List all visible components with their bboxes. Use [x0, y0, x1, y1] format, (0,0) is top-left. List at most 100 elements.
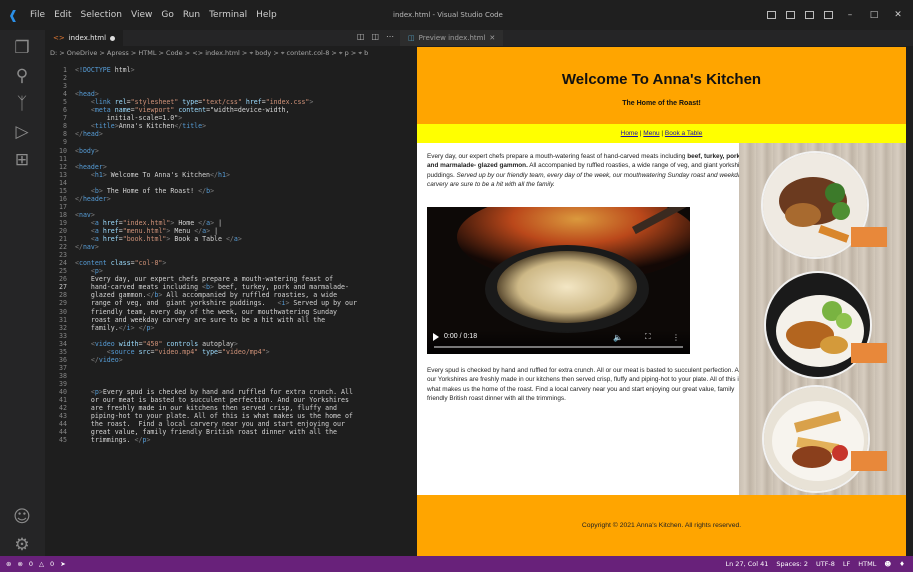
- live-share-icon[interactable]: ➤: [60, 556, 65, 572]
- notifications-icon[interactable]: ♦: [899, 556, 905, 572]
- code-line[interactable]: <b> The Home of the Roast! </b>: [75, 187, 214, 195]
- menu-item-go[interactable]: Go: [161, 10, 173, 20]
- line-number: 1: [63, 66, 67, 74]
- error-count[interactable]: 0: [29, 556, 33, 572]
- menu-item-view[interactable]: View: [131, 10, 152, 20]
- line-number: 30: [59, 307, 67, 316]
- code-line[interactable]: </nav>: [75, 243, 99, 251]
- toggle-primary-sidebar-icon[interactable]: [767, 11, 776, 19]
- code-line[interactable]: <p>Every spud is checked by hand and ruf…: [75, 388, 353, 396]
- feedback-icon[interactable]: ☻: [884, 556, 891, 572]
- maximize-button[interactable]: □: [867, 10, 881, 20]
- code-line[interactable]: <p>: [75, 267, 103, 275]
- preview-pane: ◫ Preview index.html ✕ Welcome To Anna's…: [400, 30, 913, 556]
- source-control-icon[interactable]: ᛉ: [10, 92, 34, 116]
- code-line[interactable]: or our meat is basted to succulent perfe…: [75, 396, 349, 404]
- code-line[interactable]: Every day, our expert chefs prepare a mo…: [75, 275, 333, 283]
- line-number: 22: [59, 243, 67, 252]
- play-icon[interactable]: [433, 333, 439, 341]
- code-line[interactable]: <meta name="viewport" content="width=dev…: [75, 106, 290, 114]
- code-line[interactable]: <content class="col-8">: [75, 259, 166, 267]
- code-line[interactable]: friendly team, every day of the week, ou…: [75, 308, 337, 316]
- code-line[interactable]: <head>: [75, 90, 99, 98]
- menu-item-run[interactable]: Run: [183, 10, 200, 20]
- line-number: 44: [59, 420, 67, 429]
- code-line[interactable]: range of veg, and giant yorkshire puddin…: [75, 299, 357, 307]
- code-line[interactable]: <title>Anna's Kitchen</title>: [75, 122, 206, 130]
- fullscreen-icon[interactable]: ⛶: [645, 332, 651, 342]
- code-line[interactable]: </video>: [75, 356, 123, 364]
- code-line[interactable]: the roast. Find a local carvery near you…: [75, 420, 345, 428]
- code-line[interactable]: roast and weekday carvery are sure to be…: [75, 316, 325, 324]
- language-mode[interactable]: HTML: [858, 556, 876, 572]
- split-editor-icon[interactable]: ◫: [371, 32, 379, 41]
- line-number: 12: [59, 162, 67, 171]
- remote-icon[interactable]: ⊛: [6, 556, 11, 572]
- code-line[interactable]: <a href="index.html"> Home </a> |: [75, 219, 222, 227]
- code-line[interactable]: great value, family friendly British roa…: [75, 428, 337, 436]
- close-window-button[interactable]: ✕: [891, 10, 905, 20]
- explorer-icon[interactable]: ❐: [10, 36, 34, 60]
- code-line[interactable]: <source src="video.mp4" type="video/mp4"…: [75, 348, 270, 356]
- search-icon[interactable]: ⚲: [10, 64, 34, 88]
- line-number: 28: [59, 291, 67, 300]
- menu-item-terminal[interactable]: Terminal: [209, 10, 247, 20]
- code-line[interactable]: </header>: [75, 195, 111, 203]
- line-ending[interactable]: LF: [843, 556, 850, 572]
- breadcrumb[interactable]: D: > OneDrive > Apress > HTML > Code > <…: [45, 46, 400, 60]
- settings-gear-icon[interactable]: ⚙: [10, 533, 34, 557]
- site-title: Welcome To Anna's Kitchen: [561, 71, 762, 88]
- extensions-icon[interactable]: ⊞: [10, 148, 34, 172]
- encoding[interactable]: UTF-8: [816, 556, 835, 572]
- account-icon[interactable]: ☺: [10, 505, 34, 529]
- warning-count[interactable]: 0: [50, 556, 54, 572]
- video-progress[interactable]: [434, 346, 683, 348]
- toggle-panel-icon[interactable]: [786, 11, 795, 19]
- minimize-button[interactable]: –: [843, 10, 857, 20]
- code-line[interactable]: <body>: [75, 147, 99, 155]
- indentation[interactable]: Spaces: 2: [776, 556, 808, 572]
- code-line[interactable]: <a href="book.html"> Book a Table </a>: [75, 235, 242, 243]
- code-line[interactable]: initial-scale=1.0">: [75, 114, 182, 122]
- volume-icon[interactable]: 🔈: [613, 333, 623, 342]
- unsaved-dot-icon[interactable]: [110, 35, 116, 41]
- code-line[interactable]: <link rel="stylesheet" type="text/css" h…: [75, 98, 313, 106]
- code-line[interactable]: family.</i> </p>: [75, 324, 155, 332]
- code-line[interactable]: </head>: [75, 130, 103, 138]
- menu-item-help[interactable]: Help: [256, 10, 277, 20]
- line-number: 27: [59, 283, 67, 292]
- tab-index-html[interactable]: <> index.html: [45, 30, 124, 46]
- cursor-position[interactable]: Ln 27, Col 41: [726, 556, 769, 572]
- close-tab-icon[interactable]: ✕: [489, 34, 495, 42]
- code-area[interactable]: 1 <!DOCTYPE html> 2 3 4 <head> 5 <link rel="st…: [45, 64, 400, 556]
- run-debug-icon[interactable]: ▷: [10, 120, 34, 144]
- code-line[interactable]: trimmings. </p>: [75, 436, 151, 444]
- menu-item-file[interactable]: File: [30, 10, 45, 20]
- code-line[interactable]: are freshly made in our kitchens then se…: [75, 404, 337, 412]
- menu-item-selection[interactable]: Selection: [81, 10, 122, 20]
- line-number: 36: [59, 355, 67, 364]
- code-line[interactable]: <nav>: [75, 211, 95, 219]
- more-actions-icon[interactable]: ⋯: [386, 32, 394, 41]
- nav-link-menu[interactable]: Menu: [643, 130, 659, 137]
- nav-link-book[interactable]: Book a Table: [665, 130, 702, 137]
- video-player[interactable]: 0:00 / 0:18 🔈 ⛶ ⋮: [427, 207, 690, 354]
- code-line[interactable]: <!DOCTYPE html>: [75, 66, 135, 74]
- line-number: 5: [63, 98, 67, 107]
- nav-link-home[interactable]: Home: [621, 130, 638, 137]
- code-line[interactable]: piping-hot to your plate. All of this is…: [75, 412, 353, 420]
- code-line[interactable]: <a href="menu.html"> Menu </a> |: [75, 227, 218, 235]
- code-line[interactable]: <header>: [75, 163, 107, 171]
- customize-layout-icon[interactable]: [824, 11, 833, 19]
- menu-item-edit[interactable]: Edit: [54, 10, 71, 20]
- tab-preview[interactable]: ◫ Preview index.html ✕: [400, 30, 504, 46]
- line-number: 18: [59, 210, 67, 219]
- line-number: 45: [59, 436, 67, 445]
- code-line[interactable]: hand-carved meats including <b> beef, tu…: [75, 283, 349, 291]
- code-line[interactable]: <video width="450" controls autoplay>: [75, 340, 238, 348]
- open-preview-icon[interactable]: ◫: [357, 32, 365, 41]
- code-line[interactable]: glazed gammon.</b> All accompanied by ru…: [75, 291, 337, 299]
- code-line[interactable]: <h1> Welcome To Anna's Kitchen</h1>: [75, 171, 230, 179]
- video-more-icon[interactable]: ⋮: [672, 333, 680, 342]
- toggle-secondary-sidebar-icon[interactable]: [805, 11, 814, 19]
